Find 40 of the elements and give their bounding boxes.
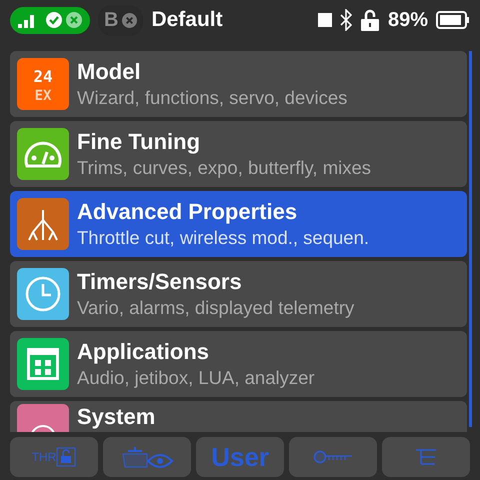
tree-icon (17, 198, 69, 250)
model-name: Default (151, 8, 224, 32)
clock-icon (17, 268, 69, 320)
battery-percent: 89% (388, 8, 428, 32)
menu-item-title: Model (77, 59, 142, 85)
close-circle-icon (122, 12, 138, 28)
menu-item-title: Applications (77, 339, 210, 365)
lock-icon (56, 447, 76, 467)
close-circle-icon (66, 12, 82, 28)
receiver-label: B (104, 8, 118, 32)
stop-icon (318, 13, 332, 27)
menu-item-title: Fine Tuning (77, 129, 202, 155)
scrollbar[interactable] (469, 51, 472, 427)
menu-item[interactable]: System (10, 401, 467, 432)
app-window-icon (17, 338, 69, 390)
pot-eye-button[interactable] (103, 437, 191, 477)
menu-item[interactable]: Timers/Sensors Vario, alarms, displayed telemetry (10, 261, 467, 327)
key-button[interactable] (289, 437, 377, 477)
menu-item-subtitle: Trims, curves, expo, butterfly, mixes (77, 157, 372, 179)
unlocked-icon (360, 9, 380, 31)
tree-icon (415, 449, 437, 465)
menu-item[interactable]: Applications Audio, jetibox, LUA, analyzer (10, 331, 467, 397)
menu-item[interactable]: 24 EX Model Wizard, functions, servo, devices (10, 51, 467, 117)
gauge-icon (17, 128, 69, 180)
tree-button[interactable] (382, 437, 470, 477)
pot-eye-icon (120, 445, 174, 469)
menu-item-subtitle: Throttle cut, wireless mod., sequen. (77, 227, 370, 249)
menu-item-subtitle: Audio, jetibox, LUA, analyzer (77, 367, 315, 389)
menu-item[interactable]: Advanced Properties Throttle cut, wireless mod., sequen. (10, 191, 467, 257)
menu-item-subtitle: Wizard, functions, servo, devices (77, 87, 348, 109)
menu-item-title: Timers/Sensors (77, 269, 243, 295)
battery-icon (436, 11, 470, 29)
bluetooth-icon (340, 9, 352, 31)
menu-item-title: Advanced Properties (77, 199, 298, 225)
key-icon (313, 450, 353, 464)
menu-item-subtitle: Vario, alarms, displayed telemetry (77, 297, 354, 319)
menu-item-title: System (77, 404, 156, 430)
menu-item[interactable]: Fine Tuning Trims, curves, expo, butterfly, mixes (10, 121, 467, 187)
logo-icon: 24 EX (17, 58, 69, 110)
check-icon (46, 12, 62, 28)
